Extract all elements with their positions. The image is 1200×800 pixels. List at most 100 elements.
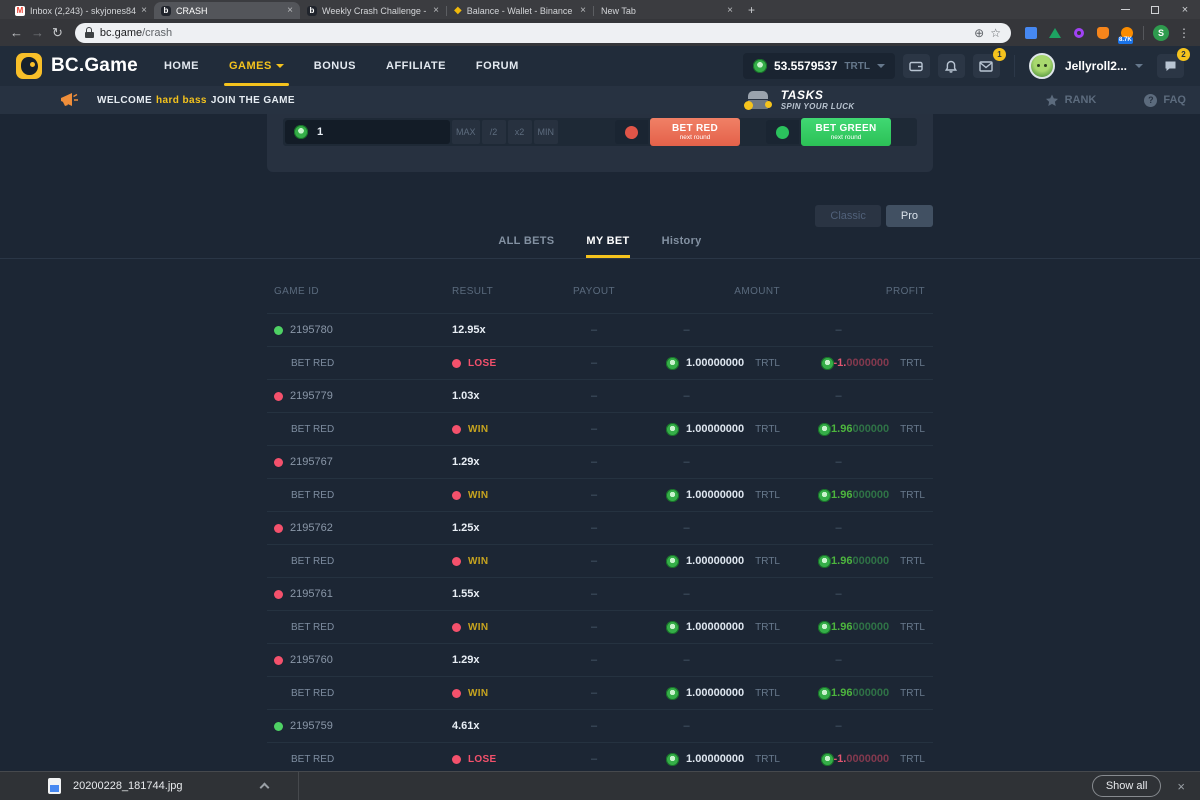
welcome-banner: WELCOMEhard bassJOIN THE GAME TASKS SPIN… xyxy=(0,86,1200,114)
tab-history[interactable]: History xyxy=(662,235,702,258)
green-indicator xyxy=(766,120,799,144)
tab-my-bet[interactable]: MY BET xyxy=(586,235,629,258)
outcome-text: LOSE xyxy=(468,754,496,765)
table-row-bet: BET REDWIN–1.00000000TRTL1.96000000TRTL xyxy=(267,478,933,511)
trtl-coin-icon xyxy=(818,423,831,436)
close-window-button[interactable] xyxy=(1170,0,1200,19)
browser-tab[interactable]: bWeekly Crash Challenge - Red Re xyxy=(300,2,446,19)
tabs-container: MInbox (2,243) - skyjones84@gmabCRASHbWe… xyxy=(8,0,740,19)
profit-main: -1. xyxy=(834,753,847,765)
dash: – xyxy=(591,522,597,534)
address-bar[interactable]: bc.game/crash ⊕ ☆ xyxy=(75,23,1011,43)
bet-green-button[interactable]: BET GREEN next round xyxy=(801,118,891,146)
dash: – xyxy=(683,654,689,666)
faq-link[interactable]: ? FAQ xyxy=(1144,94,1186,107)
notifications-button[interactable] xyxy=(938,54,965,78)
red-dot-icon xyxy=(452,557,461,566)
browser-tab[interactable]: MInbox (2,243) - skyjones84@gma xyxy=(8,2,154,19)
tab-all-bets[interactable]: ALL BETS xyxy=(498,235,554,258)
nav-item-forum[interactable]: FORUM xyxy=(476,46,519,86)
half-button[interactable]: /2 xyxy=(482,120,506,144)
user-avatar[interactable] xyxy=(1029,53,1055,79)
close-tab-icon[interactable] xyxy=(727,6,733,16)
close-tab-icon[interactable] xyxy=(580,6,586,16)
nav-item-bonus[interactable]: BONUS xyxy=(314,46,356,86)
dash: – xyxy=(591,357,597,369)
pro-mode-button[interactable]: Pro xyxy=(886,205,933,227)
dash: – xyxy=(835,522,841,534)
browser-tab[interactable]: ◆Balance - Wallet - Binance xyxy=(447,2,593,19)
nav-item-games[interactable]: GAMES xyxy=(229,46,284,86)
max-button[interactable]: MAX xyxy=(452,120,480,144)
tasks-link[interactable]: TASKS SPIN YOUR LUCK xyxy=(744,89,855,112)
bookmark-star-icon[interactable]: ☆ xyxy=(990,27,1001,39)
chevron-up-icon[interactable] xyxy=(259,783,269,793)
result-multiplier: 1.03x xyxy=(452,390,480,402)
bcgame-favicon: b xyxy=(307,6,317,16)
classic-mode-button[interactable]: Classic xyxy=(815,205,880,227)
red-dot-icon xyxy=(452,491,461,500)
nav-item-affiliate[interactable]: AFFILIATE xyxy=(386,46,446,86)
browser-menu-icon[interactable]: ⋮ xyxy=(1178,26,1190,40)
reload-button[interactable]: ↻ xyxy=(52,26,63,39)
rank-link[interactable]: RANK xyxy=(1045,94,1097,107)
profit-value: 1.96000000 xyxy=(831,489,889,501)
bet-red-button[interactable]: BET RED next round xyxy=(650,118,740,146)
dash: – xyxy=(683,324,689,336)
min-button[interactable]: MIN xyxy=(534,120,559,144)
browser-tab[interactable]: New Tab xyxy=(594,2,740,19)
nav-item-home[interactable]: HOME xyxy=(164,46,199,86)
site-logo-text[interactable]: BC.Game xyxy=(51,55,138,77)
cell-empty: – xyxy=(559,456,629,468)
balance-selector[interactable]: 53.5579537 TRTL xyxy=(743,53,895,79)
close-tab-icon[interactable] xyxy=(141,6,147,16)
welcome-username: hard bass xyxy=(156,95,207,106)
username[interactable]: Jellyroll2... xyxy=(1065,59,1127,73)
blue-extension-icon[interactable] xyxy=(1023,25,1038,40)
double-button[interactable]: x2 xyxy=(508,120,532,144)
game-id: 2195761 xyxy=(290,588,333,600)
table-row-game: 21957791.03x––– xyxy=(267,379,933,412)
result-multiplier: 12.95x xyxy=(452,324,486,336)
dash: – xyxy=(683,522,689,534)
download-item[interactable]: 20200228_181744.jpg xyxy=(0,772,268,800)
chat-button[interactable]: 2 xyxy=(1157,54,1184,78)
game-id: 2195779 xyxy=(290,390,333,402)
new-tab-button[interactable]: + xyxy=(748,3,755,17)
badged-extension-icon[interactable]: 8.7K xyxy=(1119,25,1134,40)
messages-button[interactable]: 1 xyxy=(973,54,1000,78)
metamask-extension-icon[interactable] xyxy=(1095,25,1110,40)
send-to-device-icon[interactable]: ⊕ xyxy=(974,27,984,39)
profit-zeros: 0000000 xyxy=(846,357,889,369)
profit-value: -1.0000000 xyxy=(834,357,890,369)
forward-button[interactable]: → xyxy=(31,26,44,39)
cell-result: 12.95x xyxy=(434,324,559,336)
profit-zeros: 000000 xyxy=(852,621,889,633)
wallet-button[interactable] xyxy=(903,54,930,78)
bet-amount-input[interactable]: 1 xyxy=(285,120,450,144)
minimize-icon xyxy=(1121,9,1130,10)
cell-bet-label: BET RED xyxy=(267,622,434,633)
close-tab-icon[interactable] xyxy=(433,6,439,16)
show-all-button[interactable]: Show all xyxy=(1092,775,1162,797)
table-header: GAME IDRESULTPAYOUTAMOUNTPROFIT xyxy=(267,269,933,313)
bcgame-logo-icon[interactable] xyxy=(16,53,42,79)
cell-empty: – xyxy=(559,555,629,567)
drive-extension-icon[interactable] xyxy=(1047,25,1062,40)
close-download-bar-button[interactable] xyxy=(1177,779,1185,794)
profile-avatar[interactable]: S xyxy=(1153,25,1169,41)
chevron-down-icon xyxy=(276,64,284,68)
maximize-button[interactable] xyxy=(1140,0,1170,19)
bet-label: BET RED xyxy=(274,688,334,699)
trtl-coin-icon xyxy=(666,687,679,700)
back-button[interactable]: ← xyxy=(10,26,23,39)
trtl-coin-icon xyxy=(818,621,831,634)
red-dot-icon xyxy=(452,755,461,764)
minimize-button[interactable] xyxy=(1110,0,1140,19)
close-tab-icon[interactable] xyxy=(287,6,293,16)
divider xyxy=(0,258,1200,259)
trtl-coin-icon xyxy=(818,687,831,700)
browser-tab[interactable]: bCRASH xyxy=(154,2,300,19)
ring-extension-icon[interactable] xyxy=(1071,25,1086,40)
cell-outcome: WIN xyxy=(434,622,559,633)
